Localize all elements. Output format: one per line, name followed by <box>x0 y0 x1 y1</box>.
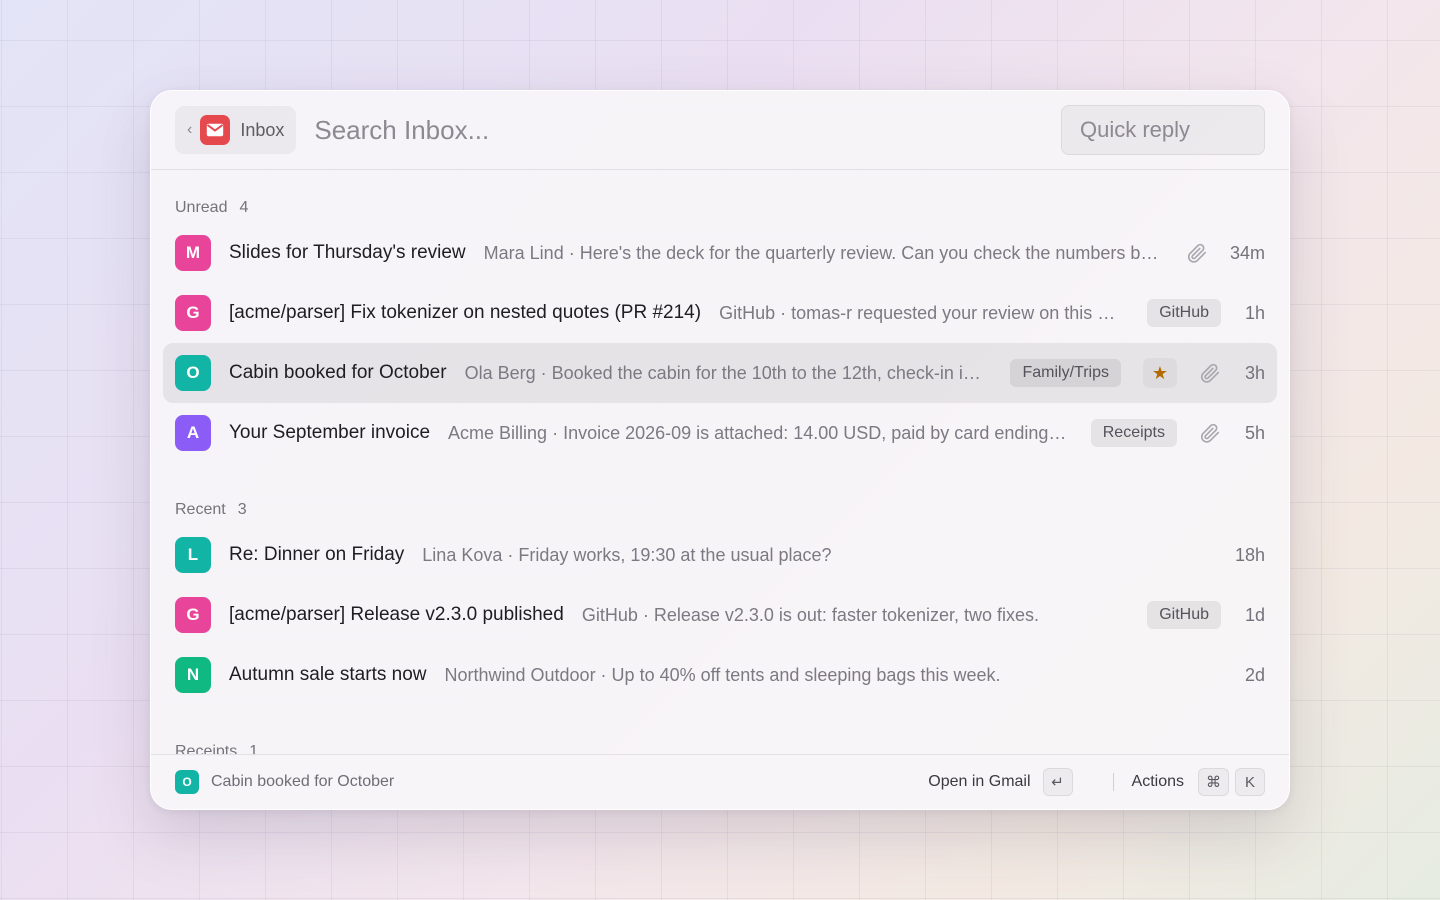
message-meta: Receipts 5h <box>1090 419 1265 447</box>
message-list: Unread 4 M Slides for Thursday's review M… <box>151 171 1289 756</box>
paperclip-icon <box>1186 242 1208 264</box>
sender-avatar: A <box>175 415 211 451</box>
label-tag: GitHub <box>1147 299 1221 327</box>
message-meta: 2d <box>1243 665 1265 686</box>
sender-avatar: L <box>175 537 211 573</box>
message-time: 3h <box>1244 362 1265 383</box>
message-meta: 34m <box>1186 242 1265 264</box>
k-key-icon: K <box>1235 768 1265 796</box>
chevron-left-icon: ‹ <box>187 121 193 138</box>
label-tag: Receipts <box>1090 419 1177 447</box>
message-subject: Cabin booked for October <box>229 362 447 383</box>
message-meta: Family/Trips ★ 3h <box>1010 358 1265 388</box>
star-icon[interactable]: ★ <box>1143 358 1177 388</box>
palette-footer: O Cabin booked for October Open in Gmail… <box>151 754 1289 809</box>
section-header: Receipts 1 <box>163 705 1277 756</box>
gmail-app-icon <box>200 115 231 145</box>
message-preview: Lina Kova · Friday works, 19:30 at the u… <box>422 544 832 565</box>
message-time: 1h <box>1244 302 1265 323</box>
message-row[interactable]: N Autumn sale starts now Northwind Outdo… <box>163 645 1277 705</box>
message-preview: Ola Berg · Booked the cabin for the 10th… <box>464 362 989 383</box>
open-in-gmail-action[interactable]: Open in Gmail ↵ <box>928 768 1073 796</box>
label-tag: GitHub <box>1147 601 1221 629</box>
sender-avatar: G <box>175 597 211 633</box>
section-count: 3 <box>237 501 247 518</box>
message-meta: GitHub 1h <box>1147 299 1265 327</box>
section-header: Recent 3 <box>163 463 1277 525</box>
paperclip-icon <box>1199 362 1221 384</box>
open-in-gmail-label: Open in Gmail <box>928 773 1031 790</box>
message-preview: GitHub · tomas-r requested your review o… <box>719 302 1126 323</box>
message-preview: Northwind Outdoor · Up to 40% off tents … <box>444 664 1001 685</box>
message-subject: [acme/parser] Fix tokenizer on nested qu… <box>229 302 702 323</box>
actions-menu-button[interactable]: Actions ⌘ K <box>1132 768 1265 796</box>
message-subject: Autumn sale starts now <box>229 664 427 685</box>
message-row[interactable]: M Slides for Thursday's review Mara Lind… <box>163 223 1277 283</box>
message-time: 18h <box>1234 544 1265 565</box>
message-row[interactable]: A Your September invoice Acme Billing · … <box>163 403 1277 463</box>
palette-header: ‹ Inbox <box>151 91 1289 170</box>
message-subject: Your September invoice <box>229 422 431 443</box>
message-subject: Slides for Thursday's review <box>229 242 466 263</box>
message-time: 34m <box>1229 242 1265 263</box>
message-meta: GitHub 1d <box>1147 601 1265 629</box>
message-time: 5h <box>1244 422 1265 443</box>
message-meta: 18h <box>1235 545 1265 566</box>
label-tag: Family/Trips <box>1010 359 1121 387</box>
paperclip-icon <box>1199 422 1221 444</box>
enter-key-icon: ↵ <box>1042 768 1073 796</box>
sender-avatar: M <box>175 235 211 271</box>
sender-avatar: G <box>175 295 211 331</box>
message-row[interactable]: L Re: Dinner on Friday Lina Kova · Frida… <box>163 525 1277 585</box>
message-preview: GitHub · Release v2.3.0 is out: faster t… <box>581 604 1040 625</box>
section-title: Recent <box>175 501 226 518</box>
message-time: 1d <box>1244 604 1265 625</box>
actions-label: Actions <box>1131 773 1184 790</box>
back-label: Inbox <box>240 119 285 140</box>
message-row[interactable]: O Cabin booked for October Ola Berg · Bo… <box>163 343 1277 403</box>
message-preview: Mara Lind · Here's the deck for the quar… <box>483 242 1164 263</box>
section-count: 4 <box>239 199 249 216</box>
sender-avatar: N <box>175 657 211 693</box>
message-time: 2d <box>1244 664 1265 685</box>
message-subject: [acme/parser] Release v2.3.0 published <box>229 604 564 625</box>
back-to-inbox-button[interactable]: ‹ Inbox <box>175 106 297 154</box>
section-header: Unread 4 <box>163 171 1277 223</box>
selected-item-title: Cabin booked for October <box>211 773 395 790</box>
command-key-icon: ⌘ <box>1198 768 1229 796</box>
section-title: Unread <box>175 199 228 216</box>
message-row[interactable]: G [acme/parser] Release v2.3.0 published… <box>163 585 1277 645</box>
selected-avatar: O <box>175 770 199 794</box>
command-palette-window: ‹ Inbox Unread 4 M Slides for Thursday's … <box>150 90 1290 810</box>
message-preview: Acme Billing · Invoice 2026-09 is attach… <box>448 422 1069 443</box>
sender-avatar: O <box>175 355 211 391</box>
message-row[interactable]: G [acme/parser] Fix tokenizer on nested … <box>163 283 1277 343</box>
quick-reply-input[interactable] <box>1061 105 1265 155</box>
search-input[interactable] <box>314 114 1061 146</box>
message-subject: Re: Dinner on Friday <box>229 544 405 565</box>
footer-divider <box>1112 773 1114 791</box>
